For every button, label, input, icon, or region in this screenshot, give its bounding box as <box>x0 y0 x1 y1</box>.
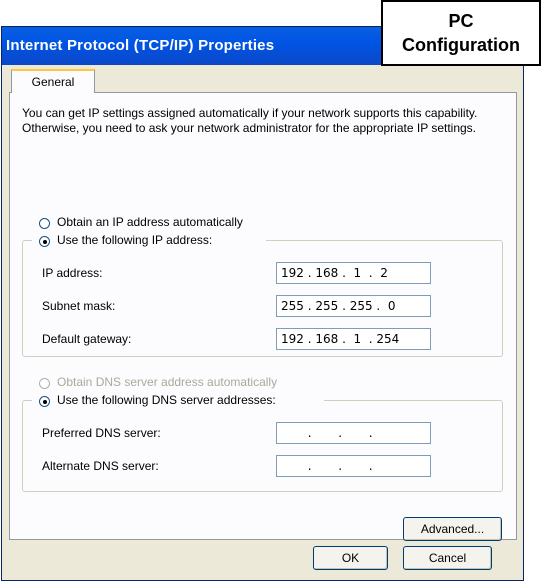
alternate-dns-label: Alternate DNS server: <box>42 459 159 473</box>
use-following-dns-label[interactable]: Use the following DNS server addresses: <box>57 393 276 407</box>
alternate-dns-field[interactable]: . . . <box>276 455 431 477</box>
pc-configuration-annotation: PC Configuration <box>381 0 541 66</box>
intro-text: You can get IP settings assigned automat… <box>22 106 478 135</box>
preferred-dns-label: Preferred DNS server: <box>42 426 161 440</box>
window-title: Internet Protocol (TCP/IP) Properties <box>6 37 275 54</box>
obtain-ip-auto-radio[interactable] <box>39 218 50 229</box>
ip-address-field[interactable]: 192 . 168 . 1 . 2 <box>276 262 431 284</box>
ip-address-label: IP address: <box>42 266 103 280</box>
obtain-dns-auto-label[interactable]: Obtain DNS server address automatically <box>57 375 277 389</box>
tcpip-properties-dialog: Internet Protocol (TCP/IP) Properties Ge… <box>1 26 524 581</box>
annotation-line-1: PC <box>448 11 474 31</box>
use-following-dns-radio[interactable] <box>39 396 50 407</box>
subnet-mask-label: Subnet mask: <box>42 299 116 313</box>
obtain-ip-auto-label[interactable]: Obtain an IP address automatically <box>57 215 243 229</box>
tab-general[interactable]: General <box>11 69 95 93</box>
dns-server-group <box>22 400 503 492</box>
ok-button[interactable]: OK <box>313 546 388 570</box>
advanced-button[interactable]: Advanced... <box>403 517 502 541</box>
default-gateway-label: Default gateway: <box>42 332 132 346</box>
use-following-ip-radio[interactable] <box>39 236 50 247</box>
use-following-ip-label[interactable]: Use the following IP address: <box>57 233 212 247</box>
subnet-mask-field[interactable]: 255 . 255 . 255 . 0 <box>276 295 431 317</box>
annotation-line-2: Configuration <box>402 35 520 55</box>
preferred-dns-field[interactable]: . . . <box>276 422 431 444</box>
cancel-button[interactable]: Cancel <box>403 546 492 570</box>
general-panel: You can get IP settings assigned automat… <box>9 92 517 541</box>
obtain-dns-auto-radio[interactable] <box>39 378 50 389</box>
default-gateway-field[interactable]: 192 . 168 . 1 . 254 <box>276 328 431 350</box>
